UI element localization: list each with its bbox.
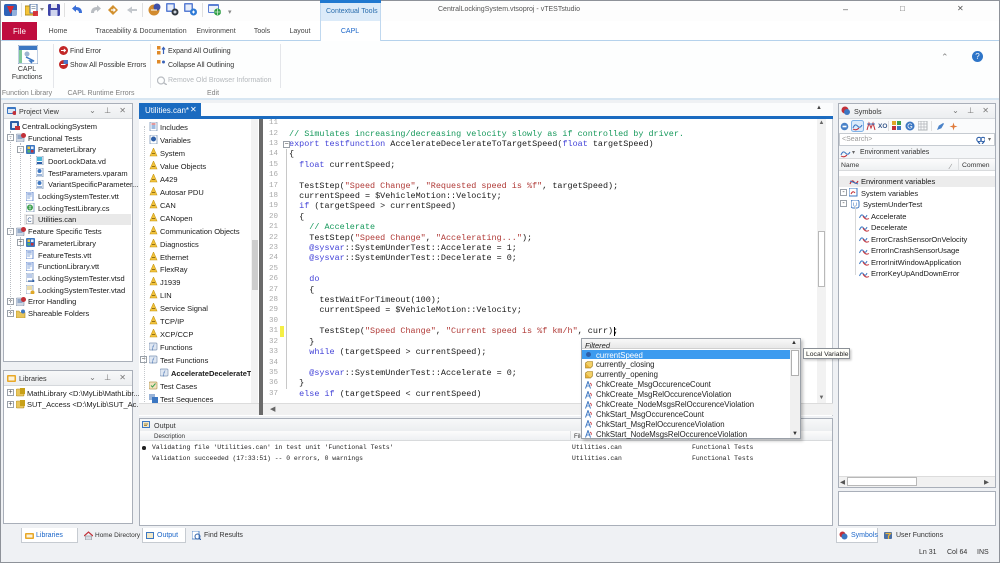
svg-text:G: G [907,124,912,131]
svg-text:#: # [29,206,32,212]
svg-text:C: C [27,218,32,224]
svg-text:?: ? [975,52,980,61]
